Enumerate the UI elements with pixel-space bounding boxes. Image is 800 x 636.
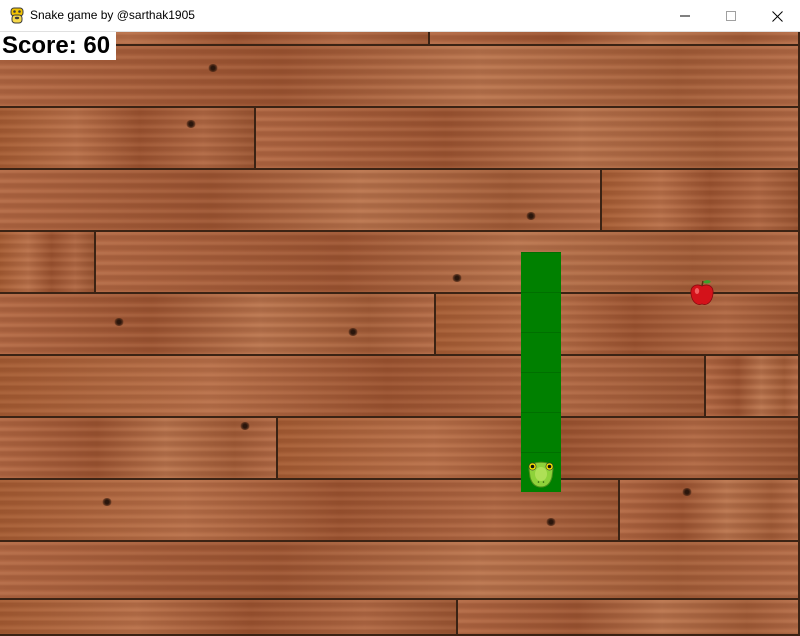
wood-knot <box>114 318 124 326</box>
close-button[interactable] <box>754 0 800 32</box>
snake-head-icon <box>528 461 554 488</box>
wood-plank <box>436 294 800 356</box>
wood-knot <box>186 120 196 128</box>
python-icon <box>10 7 24 24</box>
minimize-icon <box>680 15 690 17</box>
snake-segment <box>521 332 561 372</box>
minimize-button[interactable] <box>662 0 708 32</box>
wood-plank <box>0 356 706 418</box>
snake-segment <box>521 412 561 452</box>
apple-icon <box>690 280 714 305</box>
title-bar[interactable]: Snake game by @sarthak1905 <box>0 0 800 32</box>
wood-plank <box>602 170 800 232</box>
wood-plank <box>620 480 800 542</box>
wood-plank <box>430 32 800 46</box>
wood-plank <box>0 108 256 170</box>
snake-head <box>521 452 561 492</box>
wood-knot <box>452 274 462 282</box>
wood-plank <box>0 46 800 108</box>
game-window: Snake game by @sarthak1905 Score: 60 <box>0 0 800 636</box>
game-canvas[interactable]: Score: 60 <box>0 32 800 636</box>
wood-plank <box>0 600 458 636</box>
snake-segment <box>521 372 561 412</box>
snake-segment <box>521 292 561 332</box>
close-icon <box>771 10 783 22</box>
maximize-button[interactable] <box>708 0 754 32</box>
snake <box>521 252 561 492</box>
wood-knot <box>102 498 112 506</box>
score-display: Score: 60 <box>0 32 117 60</box>
wood-plank <box>706 356 800 418</box>
wood-plank <box>0 542 800 600</box>
maximize-icon <box>726 11 736 21</box>
wood-knot <box>208 64 218 72</box>
snake-segment <box>521 252 561 292</box>
wood-plank <box>458 600 800 636</box>
wood-knot <box>526 212 536 220</box>
wood-knot <box>240 422 250 430</box>
wood-knot <box>546 518 556 526</box>
wood-plank <box>0 170 602 232</box>
wood-knot <box>348 328 358 336</box>
wood-plank <box>0 418 278 480</box>
wood-plank <box>0 232 96 294</box>
wood-plank <box>0 294 436 356</box>
wood-plank <box>256 108 800 170</box>
window-title: Snake game by @sarthak1905 <box>30 8 195 22</box>
wood-knot <box>682 488 692 496</box>
